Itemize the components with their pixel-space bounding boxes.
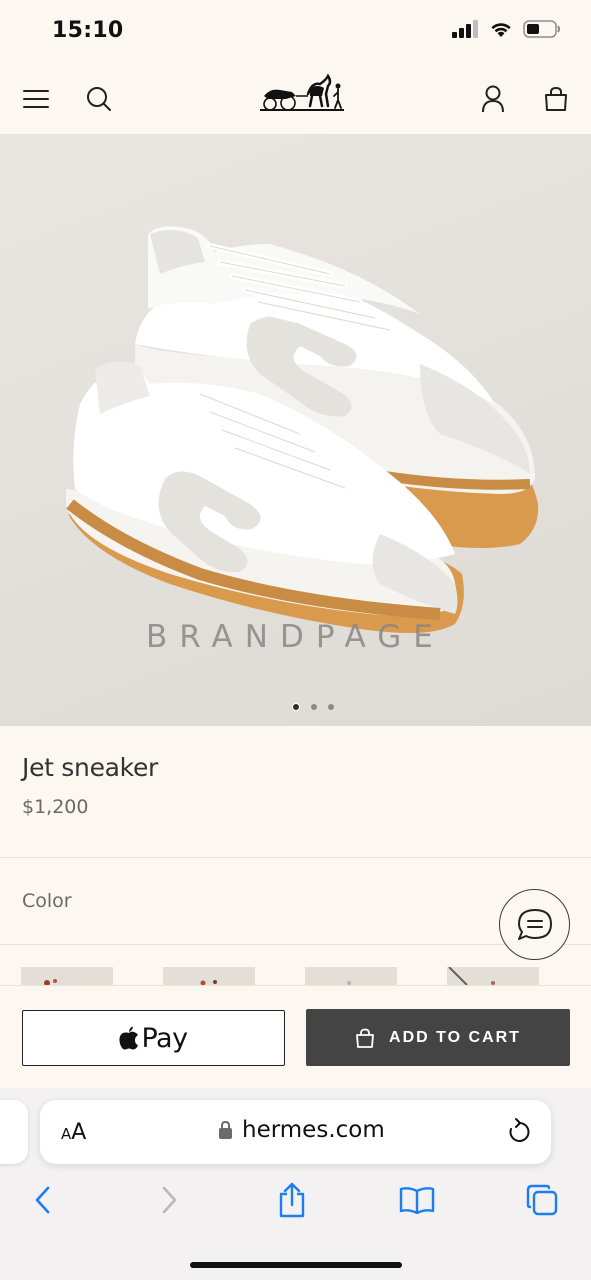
reload-icon xyxy=(509,1118,530,1142)
carriage-logo-icon xyxy=(260,73,344,111)
account-button[interactable] xyxy=(478,84,508,114)
color-swatch-2[interactable] xyxy=(163,967,255,985)
purchase-action-bar: Pay ADD TO CART xyxy=(0,985,591,1088)
share-button[interactable] xyxy=(272,1180,312,1220)
search-icon xyxy=(87,87,111,111)
color-swatch-1[interactable] xyxy=(21,967,113,985)
wifi-icon xyxy=(491,23,511,37)
home-indicator xyxy=(190,1262,402,1268)
apple-pay-label: Pay xyxy=(141,1022,188,1054)
site-header xyxy=(0,62,591,134)
divider xyxy=(0,857,591,858)
lock-icon xyxy=(219,1120,232,1139)
color-swatch-3[interactable] xyxy=(305,967,397,985)
menu-button[interactable] xyxy=(21,84,51,114)
status-bar: 15:10 xyxy=(0,0,591,62)
search-button[interactable] xyxy=(84,84,114,114)
add-to-cart-button[interactable]: ADD TO CART xyxy=(306,1009,570,1066)
carousel-dot-3[interactable] xyxy=(328,704,334,710)
bookmarks-icon xyxy=(399,1187,435,1214)
color-swatch-4[interactable] xyxy=(447,967,539,985)
chat-button[interactable] xyxy=(499,889,570,960)
menu-icon xyxy=(23,90,49,108)
url-text: hermes.com xyxy=(242,1117,385,1143)
account-icon xyxy=(482,85,504,113)
share-icon xyxy=(279,1182,305,1218)
tabs-button[interactable] xyxy=(522,1180,562,1220)
brandpage-watermark: BRANDPAGE xyxy=(146,619,445,655)
carousel-dot-2[interactable] xyxy=(311,704,317,710)
product-name: Jet sneaker xyxy=(22,753,159,782)
address-bar[interactable]: AA hermes.com xyxy=(40,1100,551,1164)
carousel-indicators xyxy=(292,703,334,711)
shopping-bag-icon xyxy=(545,86,567,111)
hermes-logo[interactable] xyxy=(256,72,348,118)
signal-icon xyxy=(452,20,478,38)
divider xyxy=(0,944,591,945)
back-button[interactable] xyxy=(22,1180,62,1220)
add-to-cart-label: ADD TO CART xyxy=(389,1028,521,1046)
product-price: $1,200 xyxy=(22,796,89,818)
product-image-carousel[interactable]: BRANDPAGE xyxy=(0,134,591,726)
status-time: 15:10 xyxy=(52,18,124,43)
apple-pay-button[interactable]: Pay xyxy=(22,1010,285,1066)
bookmarks-button[interactable] xyxy=(397,1180,437,1220)
back-icon xyxy=(35,1186,50,1214)
shopping-bag-icon xyxy=(356,1028,374,1048)
chat-bubble-icon xyxy=(517,908,552,940)
reader-aa-button[interactable]: AA xyxy=(61,1120,86,1145)
tabs-icon xyxy=(526,1184,558,1216)
cart-button[interactable] xyxy=(541,84,571,114)
carousel-dot-1[interactable] xyxy=(292,703,300,711)
battery-icon xyxy=(523,20,560,38)
apple-logo-icon xyxy=(119,1026,139,1050)
forward-button[interactable] xyxy=(150,1180,190,1220)
url-display[interactable]: hermes.com xyxy=(218,1117,385,1143)
safari-toolbar: AA hermes.com xyxy=(0,1088,591,1280)
previous-tab-preview[interactable] xyxy=(0,1100,28,1164)
color-label: Color xyxy=(22,890,72,912)
forward-icon xyxy=(162,1186,177,1214)
reload-button[interactable] xyxy=(507,1117,531,1150)
status-icons xyxy=(452,20,561,38)
